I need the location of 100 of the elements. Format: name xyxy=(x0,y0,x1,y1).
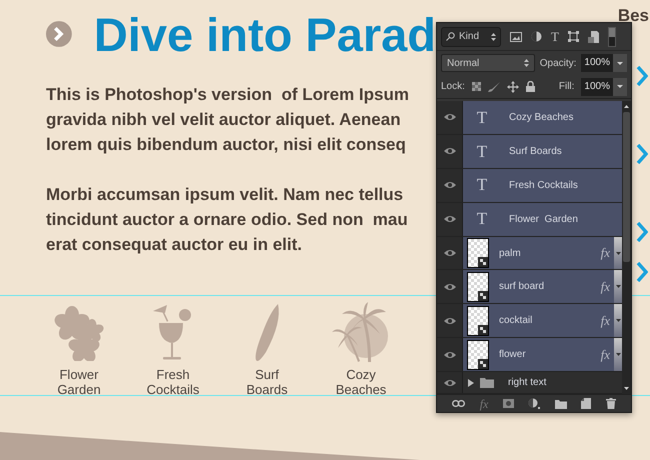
fill-field[interactable]: 100% xyxy=(581,78,613,96)
text-layer-icon: T xyxy=(473,104,491,130)
feature-label: Beaches xyxy=(336,382,386,397)
layer-name: Cozy Beaches xyxy=(509,110,574,125)
feature-label: Boards xyxy=(246,382,288,397)
layer-name: palm xyxy=(499,246,522,260)
dropdown-button[interactable] xyxy=(613,54,627,72)
chevron-right-icon xyxy=(636,144,648,164)
dropdown-button[interactable] xyxy=(613,78,627,96)
filter-toggle[interactable] xyxy=(608,26,616,46)
caret-icon xyxy=(616,285,620,288)
layer-name: surf board xyxy=(499,280,546,294)
adjustment-filter-icon[interactable] xyxy=(531,31,542,42)
mask-icon[interactable] xyxy=(502,399,514,408)
type-filter-icon[interactable]: T xyxy=(551,30,559,43)
layer-row[interactable]: flower fx xyxy=(463,338,622,372)
layer-name: flower xyxy=(499,348,527,362)
smart-object-icon xyxy=(478,358,488,369)
feature-label: Garden xyxy=(57,382,101,397)
body-text-line: gravida nibh vel velit auctor aliquet. Aenean xyxy=(46,109,402,131)
caret-icon xyxy=(617,62,623,64)
eye-icon[interactable] xyxy=(444,350,456,359)
layer-row[interactable]: right text xyxy=(463,372,622,394)
link-icon[interactable] xyxy=(452,400,466,407)
layer-row[interactable]: palm fx xyxy=(463,236,622,270)
effects-label[interactable]: fx xyxy=(600,277,610,297)
smart-object-icon xyxy=(478,290,488,301)
effects-label[interactable]: fx xyxy=(600,344,610,364)
effects-label[interactable]: fx xyxy=(600,311,610,331)
body-text-line: tincidunt auctor a ornare odio. Sed non mau xyxy=(46,209,409,231)
caret-icon xyxy=(617,85,623,88)
stepper-icon xyxy=(524,59,529,67)
layer-name: Fresh Cocktails xyxy=(509,178,578,193)
smart-object-filter-icon[interactable] xyxy=(588,30,599,42)
layer-row[interactable]: cocktail fx xyxy=(463,304,622,338)
text-layer-icon: T xyxy=(473,138,491,164)
lock-icon[interactable] xyxy=(526,81,535,92)
text-layer-icon: T xyxy=(473,172,491,198)
page-heading: Dive into Parad xyxy=(94,10,436,58)
effects-expand-toggle[interactable] xyxy=(614,236,622,270)
blend-mode-select[interactable]: Normal xyxy=(441,54,535,72)
layer-row[interactable]: T Flower Garden xyxy=(463,202,622,236)
body-text-line: This is Photoshop's version of Lorem Ipsum xyxy=(46,84,410,106)
folder-icon xyxy=(480,377,494,388)
scroll-down-arrow-icon[interactable] xyxy=(624,387,629,390)
trash-icon[interactable] xyxy=(606,398,616,409)
chevron-right-icon xyxy=(636,262,648,282)
caret-icon xyxy=(616,252,620,254)
eye-icon[interactable] xyxy=(444,378,456,387)
layer-name: cocktail xyxy=(499,314,534,328)
stepper-icon xyxy=(491,32,496,40)
feature-label: Cozy xyxy=(346,367,376,382)
eye-icon[interactable] xyxy=(444,215,456,224)
image-filter-icon[interactable] xyxy=(510,32,522,42)
layer-row[interactable]: T Cozy Beaches xyxy=(463,101,622,134)
layer-name: right text xyxy=(508,376,546,390)
feature-label: Flower xyxy=(59,367,98,382)
layer-row[interactable]: T Surf Boards xyxy=(463,134,622,168)
side-heading: Bes xyxy=(618,5,649,27)
lock-label: Lock: xyxy=(441,80,465,94)
layer-row[interactable]: T Fresh Cocktails xyxy=(463,168,622,202)
hibiscus-icon xyxy=(54,305,104,361)
add-effect-button[interactable]: fx xyxy=(480,394,488,412)
new-layer-icon[interactable] xyxy=(581,398,592,409)
brush-icon[interactable] xyxy=(488,82,500,92)
palm-trees-icon xyxy=(332,302,390,364)
eye-icon[interactable] xyxy=(444,316,456,325)
effects-label[interactable]: fx xyxy=(600,243,610,263)
feature-label: Surf xyxy=(255,367,279,382)
smart-object-icon xyxy=(478,324,488,335)
effects-expand-toggle[interactable] xyxy=(614,338,622,372)
layer-name: Flower Garden xyxy=(509,212,578,227)
adjustment-layer-icon[interactable] xyxy=(528,398,540,409)
scrollbar[interactable] xyxy=(622,101,631,394)
body-text-line: lorem quis bibendum auctor, nisi elit conseq xyxy=(46,134,407,156)
layer-name: Surf Boards xyxy=(509,144,562,159)
feature-label: Fresh xyxy=(156,367,190,382)
eye-icon[interactable] xyxy=(444,181,456,190)
fill-label: Fill: xyxy=(558,80,574,94)
body-text-line: Morbi accumsan ipsum velit. Nam nec tellus xyxy=(46,184,404,206)
chevron-right-icon xyxy=(636,66,648,86)
eye-icon[interactable] xyxy=(444,249,456,257)
eye-icon[interactable] xyxy=(444,147,456,156)
scroll-up-arrow-icon[interactable] xyxy=(624,105,629,108)
opacity-label: Opacity: xyxy=(540,56,576,70)
effects-expand-toggle[interactable] xyxy=(614,304,622,338)
folder-icon[interactable] xyxy=(554,398,567,408)
filter-select[interactable]: Kind xyxy=(441,26,501,46)
feature-label: Cocktails xyxy=(146,382,200,397)
caret-icon xyxy=(616,353,620,356)
effects-expand-toggle[interactable] xyxy=(614,270,622,304)
eye-icon[interactable] xyxy=(444,113,456,122)
move-icon[interactable] xyxy=(506,80,519,92)
layer-row[interactable]: surf board fx xyxy=(463,270,622,304)
caret-icon xyxy=(616,319,620,322)
shape-filter-icon[interactable] xyxy=(568,31,579,42)
eye-icon[interactable] xyxy=(444,282,456,291)
expand-triangle-icon[interactable] xyxy=(468,378,474,387)
opacity-field[interactable]: 100% xyxy=(581,54,613,72)
lock-transparency-icon[interactable] xyxy=(472,82,481,91)
